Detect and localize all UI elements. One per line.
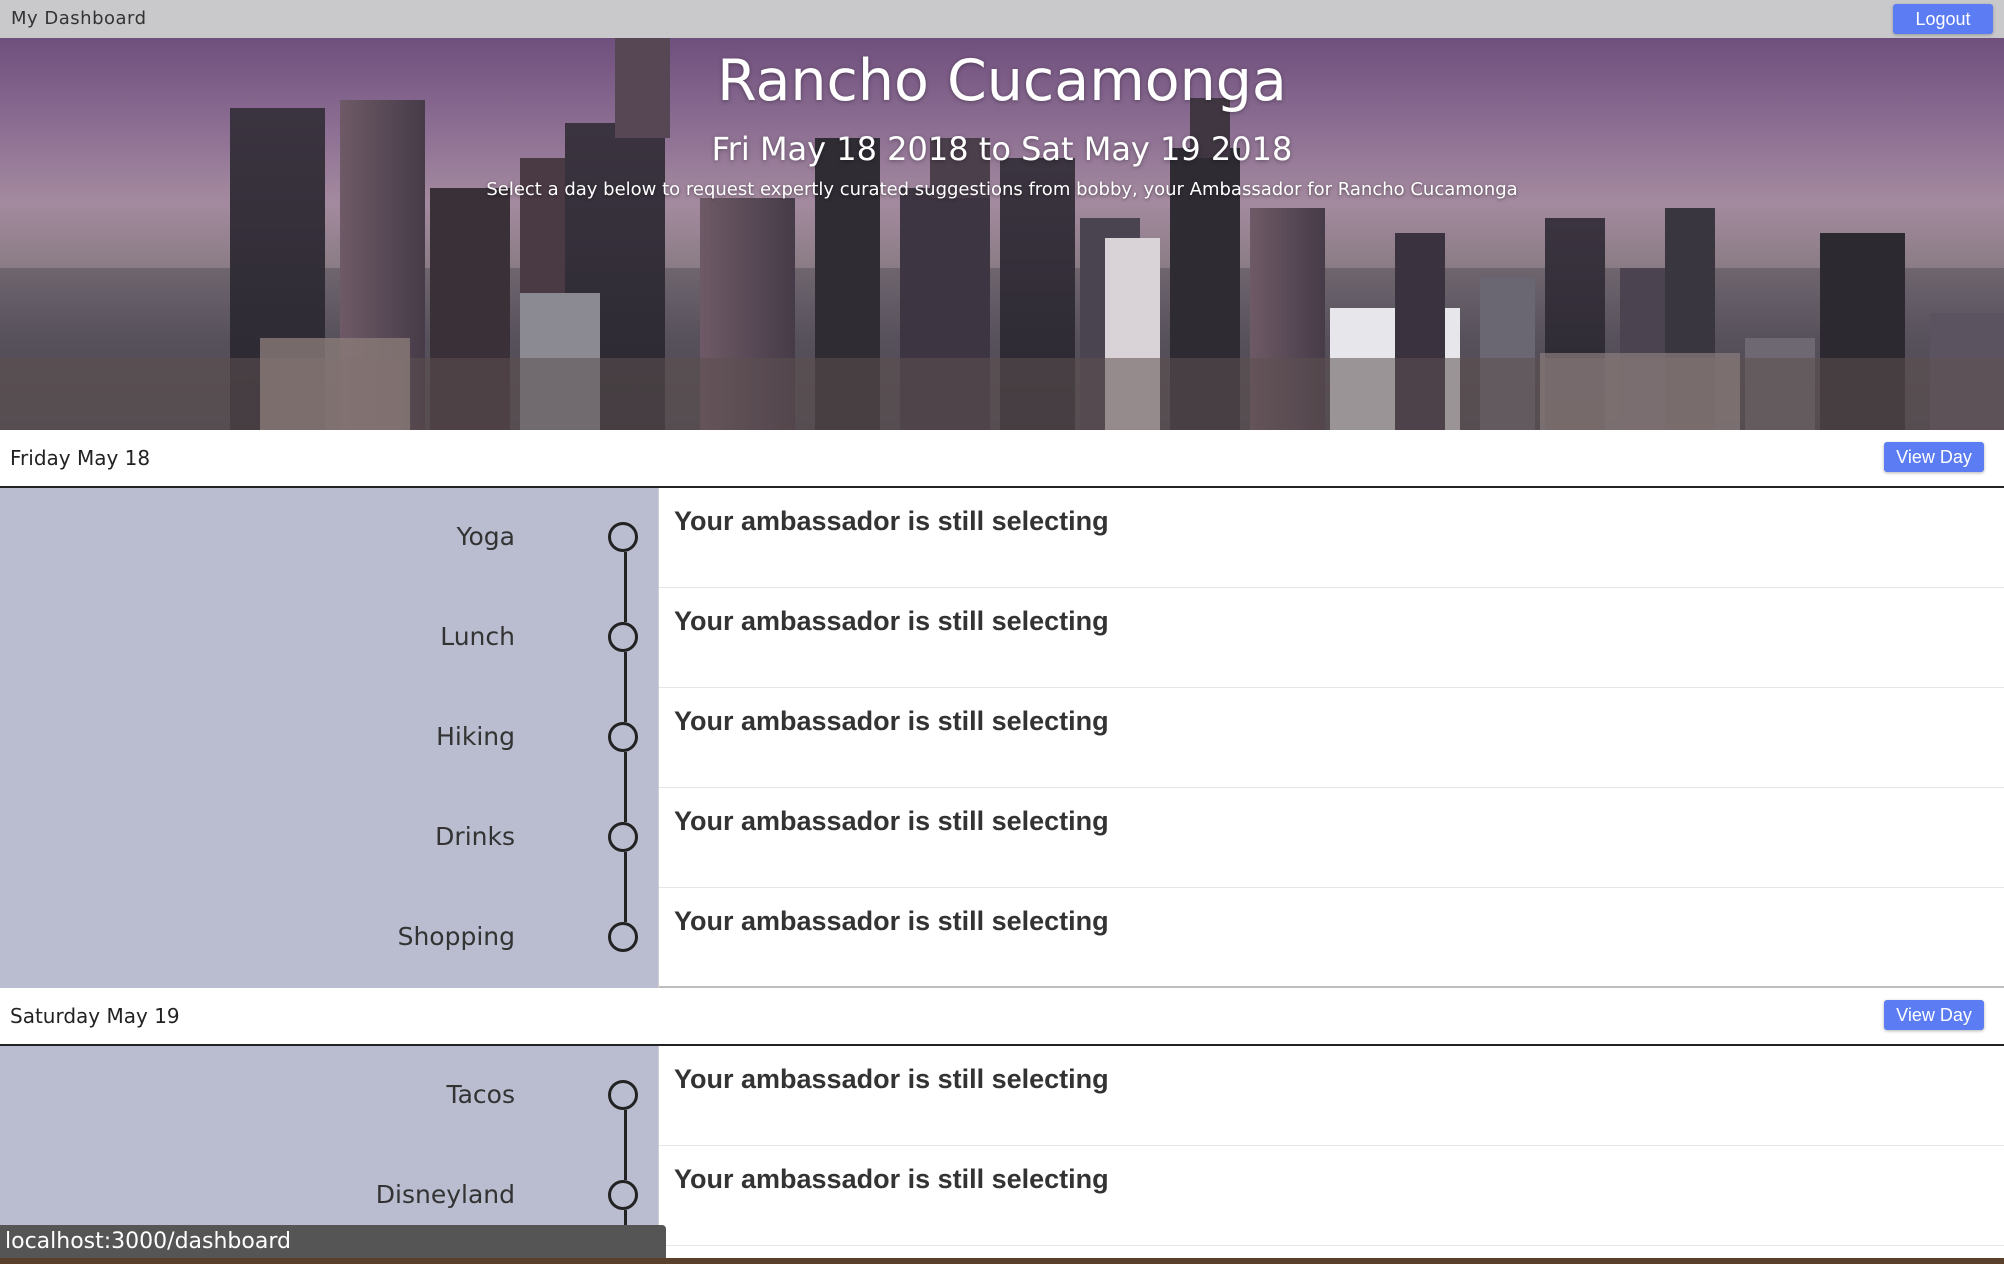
page-bottom-edge <box>0 1258 2004 1264</box>
timeline-item-label: Shopping <box>397 922 515 951</box>
view-day-button[interactable]: View Day <box>1884 1000 1984 1030</box>
timeline-connector <box>624 1110 627 1180</box>
city-title: Rancho Cucamonga <box>717 48 1287 114</box>
timeline-node-icon <box>608 722 638 752</box>
suggestion-card[interactable]: Your ambassador is still selecting <box>659 788 2004 888</box>
suggestion-status: Your ambassador is still selecting <box>674 506 1109 536</box>
hero-banner: Rancho Cucamonga Fri May 18 2018 to Sat … <box>0 38 2004 430</box>
trip-dates: Fri May 18 2018 to Sat May 19 2018 <box>711 130 1293 168</box>
suggestions-saturday: Your ambassador is still selecting Your … <box>659 1046 2004 1258</box>
timeline-item-label: Disneyland <box>375 1180 515 1209</box>
logout-button[interactable]: Logout <box>1893 4 1993 34</box>
timeline-node-icon <box>608 1180 638 1210</box>
timeline-item-label: Drinks <box>435 822 515 851</box>
timeline-friday: Yoga Lunch Hiking Drinks Shopping <box>0 488 659 988</box>
suggestion-card[interactable]: Your ambassador is still selecting <box>659 588 2004 688</box>
browser-status-bar: localhost:3000/dashboard <box>0 1225 666 1258</box>
day-header-saturday: Saturday May 19 View Day <box>0 988 2004 1046</box>
timeline-node-icon <box>608 522 638 552</box>
timeline-node-icon <box>608 922 638 952</box>
day-header-friday: Friday May 18 View Day <box>0 430 2004 488</box>
timeline-node-icon <box>608 822 638 852</box>
timeline-item-label: Lunch <box>440 622 515 651</box>
timeline-item-label: Hiking <box>436 722 515 751</box>
suggestion-status: Your ambassador is still selecting <box>674 706 1109 736</box>
suggestion-card[interactable]: Your ambassador is still selecting <box>659 488 2004 588</box>
day-title: Saturday May 19 <box>10 1004 180 1028</box>
suggestion-status: Your ambassador is still selecting <box>674 606 1109 636</box>
suggestion-card[interactable]: Your ambassador is still selecting <box>659 888 2004 988</box>
timeline-connector <box>624 552 627 622</box>
suggestion-card[interactable]: Your ambassador is still selecting <box>659 1146 2004 1246</box>
timeline-node-icon <box>608 622 638 652</box>
suggestion-status: Your ambassador is still selecting <box>674 1064 1109 1094</box>
suggestion-card[interactable]: Your ambassador is still selecting <box>659 688 2004 788</box>
view-day-button[interactable]: View Day <box>1884 442 1984 472</box>
timeline-connector <box>624 852 627 922</box>
timeline-connector <box>624 652 627 722</box>
dashboard-link[interactable]: My Dashboard <box>11 8 147 29</box>
timeline-item-label: Tacos <box>446 1080 515 1109</box>
suggestions-friday: Your ambassador is still selecting Your … <box>659 488 2004 988</box>
hero-subtitle: Select a day below to request expertly c… <box>486 179 1518 200</box>
suggestion-status: Your ambassador is still selecting <box>674 906 1109 936</box>
timeline-node-icon <box>608 1080 638 1110</box>
timeline-item-label: Yoga <box>456 522 515 551</box>
top-nav-bar: My Dashboard Logout <box>0 0 2004 38</box>
suggestion-status: Your ambassador is still selecting <box>674 806 1109 836</box>
day-title: Friday May 18 <box>10 446 151 470</box>
timeline-connector <box>624 752 627 822</box>
suggestion-status: Your ambassador is still selecting <box>674 1164 1109 1194</box>
suggestion-card[interactable]: Your ambassador is still selecting <box>659 1046 2004 1146</box>
